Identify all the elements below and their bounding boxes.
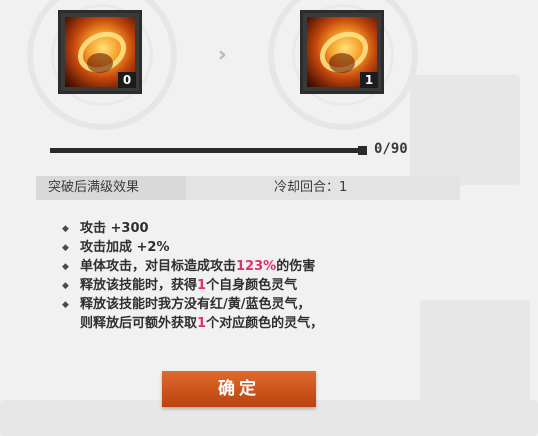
confirm-button[interactable]: 确定 (162, 371, 316, 407)
effect-list: 攻击 +300攻击加成 +2%单体攻击，对目标造成攻击123%的伤害释放该技能时… (62, 220, 442, 334)
effect-text: 个自身颜色灵气 (206, 278, 298, 293)
effect-item: 攻击加成 +2% (62, 239, 442, 257)
next-skill-level: 1 (360, 72, 378, 88)
effect-highlight-value: 1 (197, 316, 207, 331)
effect-text: 个对应颜色的灵气， (206, 316, 324, 331)
effect-item: 攻击 +300 (62, 220, 442, 238)
next-skill-icon: 1 (300, 10, 384, 94)
background-panel (410, 75, 520, 185)
breakthrough-effect-title: 突破后满级效果 (36, 176, 186, 200)
progress-label: 0/90 (374, 141, 408, 157)
effect-text: 攻击加成 +2% (80, 240, 170, 255)
effect-item: 释放该技能时我方没有红/黄/蓝色灵气， (62, 296, 442, 314)
progress-bar-cap (358, 146, 367, 155)
current-skill-level: 0 (118, 72, 136, 88)
effect-text: 的伤害 (276, 259, 316, 274)
current-skill-icon: 0 (58, 10, 142, 94)
effect-highlight-value: 1 (197, 278, 207, 293)
double-chevron-right-icon: ››› (218, 42, 225, 66)
effect-item: 释放该技能时，获得1个自身颜色灵气 (62, 277, 442, 295)
effect-text: 则释放后可额外获取 (80, 316, 198, 331)
effect-text: 释放该技能时，获得 (80, 278, 198, 293)
effect-highlight-value: 123% (236, 259, 277, 274)
cooldown-label: 冷却回合：1 (274, 180, 348, 195)
effect-item: 单体攻击，对目标造成攻击123%的伤害 (62, 258, 442, 276)
effect-text: 攻击 +300 (80, 221, 149, 236)
effect-item: 则释放后可额外获取1个对应颜色的灵气， (62, 315, 442, 333)
effect-text: 释放该技能时我方没有红/黄/蓝色灵气， (80, 297, 311, 312)
progress-bar (50, 148, 362, 153)
effect-text: 单体攻击，对目标造成攻击 (80, 259, 237, 274)
